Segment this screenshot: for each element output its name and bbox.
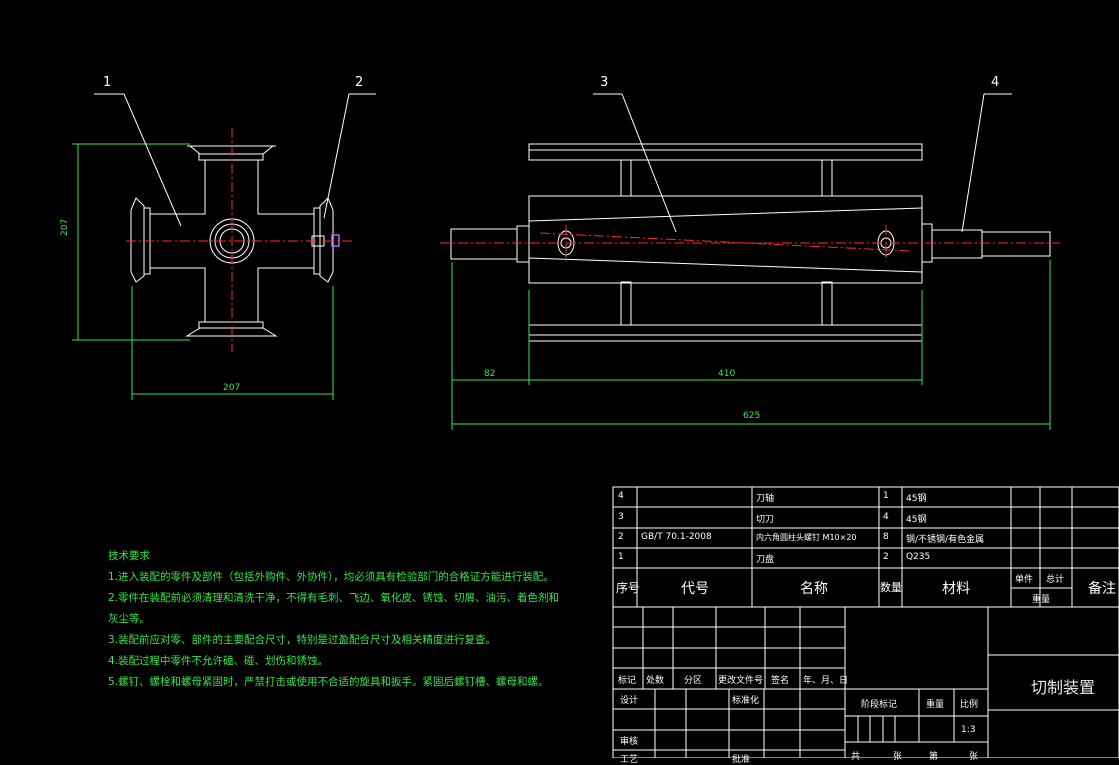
tb-sheet-unit2: 张 [969,752,979,762]
dim-roller-length: 410 [718,369,736,379]
tech-item-3: 3.装配前应对零、部件的主要配合尺寸，特别是过盈配合尺寸及相关精度进行复查。 [108,634,497,646]
bom-row-1-qty: 2 [883,552,889,562]
tb-weight: 重量 [926,700,945,710]
bom-header-qty: 数量 [880,581,902,594]
balloon-1: 1 [103,75,112,90]
tb-sheet-total: 共 [851,752,861,762]
bom-header-name: 名称 [800,581,828,597]
tech-item-4: 4.装配过程中零件不允许磕、碰、划伤和锈蚀。 [108,655,329,667]
bom-header-no: 序号 [616,581,641,595]
balloon-4: 4 [991,75,1000,90]
bom-row-3-material: 45钢 [906,515,927,525]
bom-row-1-no: 1 [618,552,624,562]
dim-overall-length: 625 [743,411,761,421]
bom-header-material: 材料 [942,581,970,597]
tb-scale: 1:3 [961,725,976,735]
rev-sign: 签名 [771,676,790,686]
rev-count: 处数 [646,676,665,686]
balloon-2: 2 [355,75,364,90]
rev-mark: 标记 [618,676,637,686]
bom-header-single: 单件 [1015,575,1034,585]
bom-row-2-name: 内六角圆柱头螺钉 M10×20 [756,533,857,542]
rev-date: 年、月、日 [803,676,849,686]
bom-row-2-code: GB/T 70.1-2008 [641,532,712,542]
bom-row-2-material: 钢/不锈钢/有色金属 [906,535,985,545]
tb-process: 工艺 [620,755,639,765]
rev-zone: 分区 [684,676,703,686]
tb-sheet-no: 第 [929,752,939,762]
bom-header-total: 总计 [1046,575,1065,585]
tech-item-1: 1.进入装配的零件及部件（包括外购件、外协件），均必须具有检验部门的合格证方能进… [108,571,554,583]
bom-header-weight: 重量 [1032,595,1051,605]
tb-design: 设计 [620,696,639,706]
tb-scale-label: 比例 [960,700,979,710]
bom-row-4-no: 4 [618,491,624,501]
tb-standardize: 标准化 [732,696,760,706]
tech-item-5: 5.螺钉、螺栓和螺母紧固时，严禁打击或使用不合适的旋具和扳手。紧固后螺钉槽、螺母… [108,676,549,688]
bom-row-3-qty: 4 [883,512,889,522]
tb-sheet-unit1: 张 [893,752,903,762]
bom-header-remark: 备注 [1088,581,1116,597]
tb-review: 审核 [620,737,639,747]
bom-row-1-name: 刀盘 [756,555,775,565]
bom-row-1-material: Q235 [906,552,931,562]
bom-header-code: 代号 [681,581,709,597]
tech-item-2-cont: 灰尘等。 [108,613,150,625]
dim-side-width: 207 [223,383,241,393]
balloon-3: 3 [600,75,609,90]
bom-row-3-name: 切刀 [756,515,775,525]
bom-row-2-qty: 8 [883,532,889,542]
technical-requirements: 技术要求 1.进入装配的零件及部件（包括外购件、外协件），均必须具有检验部门的合… [108,546,559,693]
tech-title: 技术要求 [108,550,150,562]
bom-row-3-no: 3 [618,512,624,522]
tech-item-2: 2.零件在装配前必须清理和清洗干净，不得有毛刺、飞边、氧化皮、锈蚀、切屑、油污、… [108,592,560,604]
bom-row-4-material: 45钢 [906,494,927,504]
bom-row-4-qty: 1 [883,491,889,501]
drawing-name: 切制装置 [1031,678,1096,697]
dim-side-height: 207 [60,218,70,236]
bom-row-4-name: 刀轴 [756,494,775,504]
rev-doc: 更改文件号 [718,676,764,686]
tb-stage-mark: 阶段标记 [861,700,898,710]
bom-row-2-no: 2 [618,532,624,542]
tb-approve: 批准 [732,755,751,765]
dim-shaft-left: 82 [484,369,496,379]
